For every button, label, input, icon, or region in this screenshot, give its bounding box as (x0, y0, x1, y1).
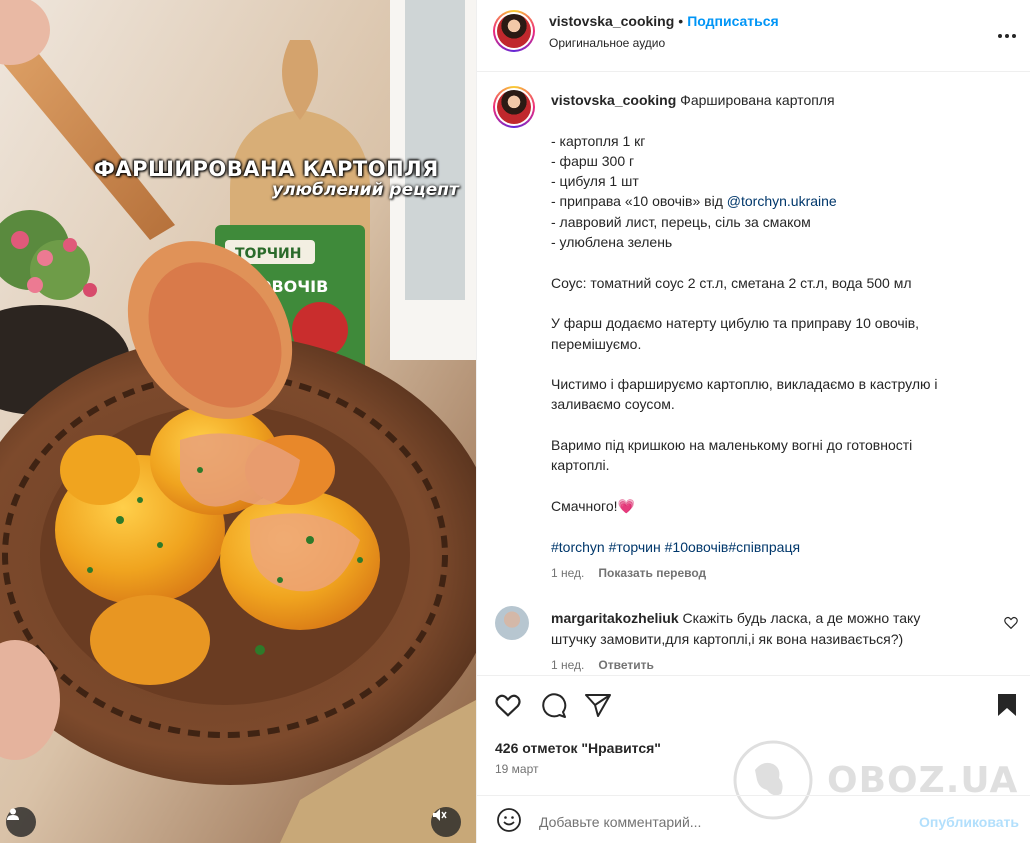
comment-like-button[interactable] (1004, 616, 1018, 632)
caption-line (551, 354, 1021, 374)
user-icon (7, 808, 19, 820)
more-icon (998, 34, 1016, 38)
caption-line: - цибуля 1 шт (551, 173, 639, 190)
caption-line (551, 293, 1021, 313)
caption-line: - приправа «10 овочів» від (551, 193, 727, 210)
header-user-line: vistovska_cooking • Подписаться (549, 13, 779, 29)
caption-meta: 1 нед. Показать перевод (551, 566, 706, 580)
caption-line: заливаємо соусом. (551, 396, 675, 413)
caption-line: Варимо під кришкою на маленькому вогні д… (551, 437, 913, 454)
mention-link[interactable]: @torchyn.ukraine (727, 193, 837, 209)
comment-avatar[interactable] (495, 606, 529, 640)
save-button[interactable] (997, 693, 1017, 720)
caption-line: Смачного! (551, 497, 618, 514)
media-overlay-title: ФАРШИРОВАНА КАРТОПЛЯ (94, 157, 439, 181)
bookmark-filled-icon (998, 694, 1016, 716)
post-caption: vistovska_cooking Фарширована картопля -… (551, 90, 1021, 557)
post-media[interactable]: ТОРЧИН 10 ОВОЧІВ ФАРШИРОВАНА КАРТОПЛЯ ул… (0, 0, 476, 843)
comment-text-line1: Скажіть будь ласка, а де можно таку (682, 610, 921, 626)
caption-closing-line: Смачного!💗 (551, 496, 1021, 516)
caption-title-line: vistovska_cooking Фарширована картопля (551, 90, 1021, 110)
caption-line: Соус: томатний соус 2 ст.л, сметана 2 ст… (551, 274, 912, 291)
caption-username[interactable]: vistovska_cooking (551, 92, 676, 108)
follow-button[interactable]: Подписаться (687, 13, 779, 29)
translate-button[interactable]: Показать перевод (598, 566, 706, 580)
post-date[interactable]: 19 март (495, 762, 539, 776)
media-overlay-subtitle: улюблений рецепт (272, 180, 459, 200)
emoji-smiley-icon (497, 808, 521, 832)
add-comment-bar: Добавьте комментарий... Опубликовать (477, 795, 1030, 843)
comment-bubble-icon (542, 693, 567, 718)
caption-author-avatar[interactable] (493, 86, 535, 128)
caption-line: - картопля 1 кг (551, 132, 646, 149)
more-options-button[interactable] (997, 22, 1017, 45)
mute-toggle-button[interactable] (431, 807, 461, 837)
post-details-panel: vistovska_cooking • Подписаться Оригинальн… (476, 0, 1030, 843)
header-separator: • (678, 13, 684, 29)
speaker-muted-icon (433, 809, 447, 821)
reply-button[interactable]: Ответить (598, 658, 653, 672)
likes-count[interactable]: 426 отметок "Нравится" (495, 740, 661, 756)
comment-body: margaritakozheliuk Скажіть будь ласка, а… (551, 608, 981, 650)
paper-plane-icon (585, 694, 611, 717)
caption-line: - фарш 300 г (551, 152, 635, 169)
heart-emoji-icon: 💗 (617, 497, 635, 514)
caption-line: Чистимо і фаршируємо картоплю, викладаєм… (551, 376, 938, 393)
caption-line (551, 476, 1021, 496)
package-brand-text: ТОРЧИН (235, 246, 301, 262)
heart-outline-icon (1004, 616, 1018, 630)
caption-line (551, 415, 1021, 435)
caption-line (551, 252, 1021, 272)
caption-line: - лавровий лист, перець, сіль за смаком (551, 213, 811, 230)
comment-button[interactable] (541, 693, 567, 722)
heart-icon (495, 694, 521, 717)
original-audio-link[interactable]: Оригинальное аудио (549, 36, 665, 50)
share-button[interactable] (585, 693, 611, 720)
caption-line-with-mention: - приправа «10 овочів» від @torchyn.ukra… (551, 191, 1021, 211)
comment-username[interactable]: margaritakozheliuk (551, 610, 679, 626)
comment-text-line2: штучку замовити,для картоплі,і як вона н… (551, 631, 904, 647)
tagged-users-button[interactable] (6, 807, 36, 837)
publish-button[interactable]: Опубликовать (919, 814, 1019, 830)
comment-meta: 1 нед. Ответить (551, 658, 654, 672)
food-photo: ТОРЧИН 10 ОВОЧІВ (0, 0, 476, 843)
comment-time[interactable]: 1 нед. (551, 658, 584, 672)
caption-title: Фарширована картопля (680, 92, 835, 108)
header-username[interactable]: vistovska_cooking (549, 13, 674, 29)
instagram-post-view: ТОРЧИН 10 ОВОЧІВ ФАРШИРОВАНА КАРТОПЛЯ ул… (0, 0, 1030, 843)
emoji-button[interactable] (497, 808, 521, 835)
comment-input[interactable]: Добавьте комментарий... (539, 814, 701, 830)
author-avatar[interactable] (493, 10, 535, 52)
caption-line: У фарш додаємо натерту цибулю та приправ… (551, 315, 920, 332)
caption-time[interactable]: 1 нед. (551, 566, 584, 580)
like-button[interactable] (495, 693, 521, 720)
caption-hashtags[interactable]: #torchyn #торчин #10овочів#співпраця (551, 537, 1021, 557)
post-header: vistovska_cooking • Подписаться Оригинальн… (477, 0, 1030, 72)
caption-line: перемішуємо. (551, 335, 642, 352)
caption-line: картоплі. (551, 457, 610, 474)
caption-line: - улюблена зелень (551, 234, 673, 251)
